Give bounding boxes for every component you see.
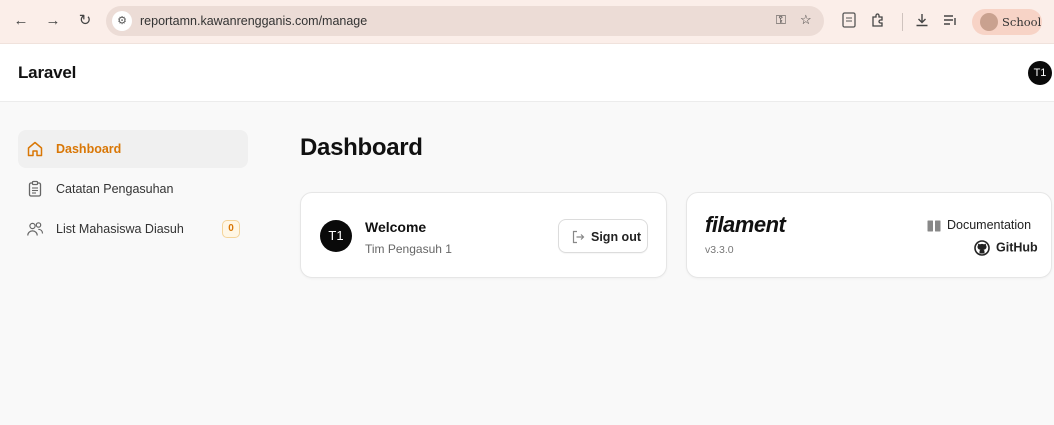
- sidebar-item-label: Catatan Pengasuhan: [56, 182, 174, 196]
- profile-avatar-icon: [980, 13, 998, 31]
- url-text[interactable]: reportamn.kawanrengganis.com/manage: [140, 14, 367, 28]
- documentation-link[interactable]: Documentation: [927, 218, 1031, 232]
- browser-toolbar: ← → ↻ ⚙ reportamn.kawanrengganis.com/man…: [0, 0, 1054, 44]
- page-title: Dashboard: [300, 134, 423, 161]
- download-icon[interactable]: [914, 12, 930, 32]
- reload-icon[interactable]: ↻: [74, 10, 96, 32]
- forward-icon[interactable]: →: [42, 10, 64, 32]
- book-icon: [927, 220, 941, 232]
- user-name: Tim Pengasuh 1: [365, 242, 452, 256]
- filament-info-card: filament v3.3.0 Documentation GitHub: [686, 192, 1052, 278]
- profile-button[interactable]: School: [972, 9, 1042, 35]
- profile-label: School: [1002, 15, 1042, 29]
- welcome-card: T1 Welcome Tim Pengasuh 1 Sign out: [300, 192, 667, 278]
- sign-out-icon: [572, 230, 585, 244]
- extensions-icon[interactable]: [870, 12, 886, 32]
- sidebar-item-list-mahasiswa-diasuh[interactable]: List Mahasiswa Diasuh 0: [18, 210, 248, 248]
- reading-list-icon[interactable]: [942, 12, 958, 32]
- github-label: GitHub: [996, 240, 1038, 255]
- users-icon: [27, 222, 44, 236]
- user-menu-avatar[interactable]: T1: [1028, 61, 1052, 85]
- clipboard-icon: [28, 180, 42, 197]
- home-icon: [27, 141, 43, 157]
- sign-out-button[interactable]: Sign out: [558, 219, 648, 253]
- github-link[interactable]: GitHub: [974, 240, 1038, 256]
- version-text: v3.3.0: [705, 244, 734, 256]
- sign-out-label: Sign out: [591, 230, 641, 244]
- avatar: T1: [320, 220, 352, 252]
- sidebar-item-label: List Mahasiswa Diasuh: [56, 222, 184, 236]
- toolbar-separator: [902, 13, 903, 31]
- welcome-title: Welcome: [365, 219, 427, 235]
- sidebar-item-label: Dashboard: [56, 142, 122, 156]
- brand-logo[interactable]: Laravel: [18, 63, 76, 83]
- app-topbar: Laravel T1: [0, 44, 1054, 102]
- site-info-icon[interactable]: ⚙: [112, 11, 132, 31]
- sidebar-item-catatan-pengasuhan[interactable]: Catatan Pengasuhan: [18, 170, 248, 208]
- filament-logo[interactable]: filament: [705, 212, 786, 238]
- bookmark-star-icon[interactable]: ☆: [800, 12, 812, 28]
- reading-mode-icon[interactable]: [842, 12, 856, 32]
- back-icon[interactable]: ←: [10, 10, 32, 32]
- count-badge: 0: [222, 220, 240, 238]
- password-key-icon[interactable]: ⚿: [776, 12, 786, 28]
- sidebar-item-dashboard[interactable]: Dashboard: [18, 130, 248, 168]
- documentation-label: Documentation: [947, 218, 1032, 232]
- address-bar[interactable]: ⚙ reportamn.kawanrengganis.com/manage ⚿ …: [106, 6, 824, 36]
- github-icon: [974, 240, 990, 256]
